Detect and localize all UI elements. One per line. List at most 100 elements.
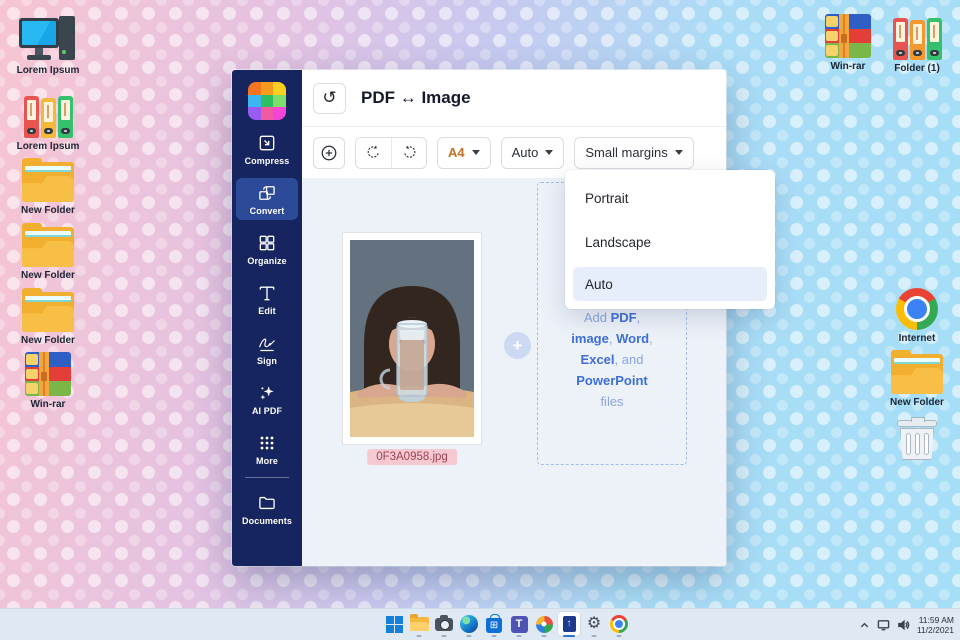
sidebar-item-label: Edit xyxy=(258,306,275,316)
margins-dropdown[interactable]: Small margins xyxy=(574,137,693,169)
organize-icon xyxy=(257,233,277,253)
sparkles-icon xyxy=(257,383,277,403)
desktop-icon-binders[interactable]: Lorem Ipsum xyxy=(15,92,81,152)
orientation-dropdown[interactable]: Auto xyxy=(501,137,565,169)
sidebar-divider xyxy=(245,477,289,478)
app-main: ↺ PDF ↔ Image xyxy=(302,70,726,566)
teams-icon: T xyxy=(511,616,528,633)
orientation-value: Auto xyxy=(512,145,539,160)
app-sidebar: Compress Convert Organize xyxy=(232,70,302,566)
desktop-icon-label: New Folder xyxy=(15,205,81,216)
start-button[interactable] xyxy=(383,612,405,636)
desktop-icon-label: Win-rar xyxy=(15,399,81,410)
plus-icon: + xyxy=(513,336,523,356)
page-title: PDF ↔ Image xyxy=(361,88,471,108)
rotate-left-button[interactable] xyxy=(356,138,391,168)
app-header: ↺ PDF ↔ Image xyxy=(302,70,726,127)
desktop-icon-internet[interactable]: Internet xyxy=(884,284,950,344)
binders-icon xyxy=(15,92,81,138)
menu-option-landscape[interactable]: Landscape xyxy=(565,220,775,264)
computer-icon xyxy=(15,16,81,62)
menu-option-auto-selected[interactable]: Auto xyxy=(573,267,767,301)
teams-button[interactable]: T xyxy=(508,612,530,636)
app-logo[interactable] xyxy=(248,82,286,120)
folder-icon xyxy=(15,286,81,332)
file-explorer-button[interactable] xyxy=(408,612,430,636)
add-file-button[interactable] xyxy=(313,137,345,169)
undo-back-button[interactable]: ↺ xyxy=(313,83,346,114)
desktop-icon-winrar-left[interactable]: Win-rar xyxy=(15,350,81,410)
winrar-icon xyxy=(815,12,881,58)
desktop-icon-new-folder-2[interactable]: New Folder xyxy=(15,221,81,281)
explorer-icon xyxy=(410,617,429,631)
clock-date: 11/2/2021 xyxy=(917,625,954,635)
windows-logo-icon xyxy=(386,616,403,633)
tray-speaker-icon[interactable] xyxy=(897,619,910,631)
chrome-button[interactable] xyxy=(608,612,630,636)
desktop-background: Lorem Ipsum Lorem Ipsum New Folder New F… xyxy=(0,0,960,640)
edit-text-icon xyxy=(257,283,277,303)
desktop-icon-folder-1[interactable]: Folder (1) xyxy=(884,14,950,74)
pdf-app-button[interactable] xyxy=(558,612,580,636)
pdf-app-window: Compress Convert Organize xyxy=(232,70,726,566)
menu-option-portrait[interactable]: Portrait xyxy=(565,176,775,220)
page-size-dropdown[interactable]: A4 xyxy=(437,137,491,169)
folder-icon xyxy=(884,348,950,394)
photos-icon xyxy=(536,616,553,633)
circle-plus-icon xyxy=(320,144,338,162)
desktop-icon-label: New Folder xyxy=(15,335,81,346)
sidebar-item-compress[interactable]: Compress xyxy=(236,128,298,170)
desktop-icon-winrar-top[interactable]: Win-rar xyxy=(815,12,881,72)
desktop-icon-new-folder-3[interactable]: New Folder xyxy=(15,286,81,346)
folder-icon xyxy=(15,221,81,267)
store-icon xyxy=(486,618,502,633)
edge-button[interactable] xyxy=(458,612,480,636)
page-thumbnail[interactable] xyxy=(342,232,482,445)
insert-page-button[interactable]: + xyxy=(504,332,531,359)
camera-icon xyxy=(435,618,453,631)
clock-time: 11:59 AM xyxy=(917,615,954,625)
desktop-icon-label: New Folder xyxy=(15,270,81,281)
chevron-down-icon xyxy=(675,150,683,155)
sidebar-item-label: Convert xyxy=(250,206,285,216)
sidebar-item-label: More xyxy=(256,456,278,466)
desktop-icon-label: Lorem Ipsum xyxy=(15,65,81,76)
camera-button[interactable] xyxy=(433,612,455,636)
tray-display-icon[interactable] xyxy=(877,619,890,631)
rotate-button-group xyxy=(355,137,427,169)
undo-icon: ↺ xyxy=(322,88,336,108)
more-grid-icon xyxy=(257,433,277,453)
settings-button[interactable]: ⚙ xyxy=(583,612,605,636)
sidebar-item-edit[interactable]: Edit xyxy=(236,278,298,320)
desktop-icon-this-pc[interactable]: Lorem Ipsum xyxy=(15,16,81,76)
sidebar-item-sign[interactable]: Sign xyxy=(236,328,298,370)
rotate-right-button[interactable] xyxy=(391,138,426,168)
desktop-icon-label: Internet xyxy=(884,333,950,344)
add-files-text: Add PDF, image, Word, Excel, and PowerPo… xyxy=(538,307,686,412)
sidebar-item-ai-pdf[interactable]: AI PDF xyxy=(236,378,298,420)
sidebar-item-documents[interactable]: Documents xyxy=(236,488,298,530)
system-tray: 11:59 AM 11/2/2021 xyxy=(859,609,954,641)
taskbar-clock[interactable]: 11:59 AM 11/2/2021 xyxy=(917,615,954,635)
chrome-icon xyxy=(884,284,950,330)
sidebar-item-more[interactable]: More xyxy=(236,428,298,470)
desktop-icon-recycle-bin[interactable] xyxy=(884,416,950,462)
orientation-menu: Portrait Landscape Auto xyxy=(565,170,775,309)
rotate-right-icon xyxy=(401,144,418,161)
desktop-icon-label: Lorem Ipsum xyxy=(15,141,81,152)
desktop-icon-label: Folder (1) xyxy=(884,63,950,74)
winrar-icon xyxy=(15,350,81,396)
sidebar-item-convert[interactable]: Convert xyxy=(236,178,298,220)
sidebar-item-label: Compress xyxy=(245,156,290,166)
store-button[interactable] xyxy=(483,612,505,636)
desktop-icon-new-folder-1[interactable]: New Folder xyxy=(15,156,81,216)
sidebar-item-organize[interactable]: Organize xyxy=(236,228,298,270)
sidebar-item-label: Sign xyxy=(257,356,277,366)
margins-value: Small margins xyxy=(585,145,667,160)
binders-icon xyxy=(884,14,950,60)
photos-button[interactable] xyxy=(533,612,555,636)
convert-icon xyxy=(257,183,277,203)
desktop-icon-new-folder-right[interactable]: New Folder xyxy=(884,348,950,408)
chevron-down-icon xyxy=(472,150,480,155)
tray-chevron-up-icon[interactable] xyxy=(859,620,870,631)
